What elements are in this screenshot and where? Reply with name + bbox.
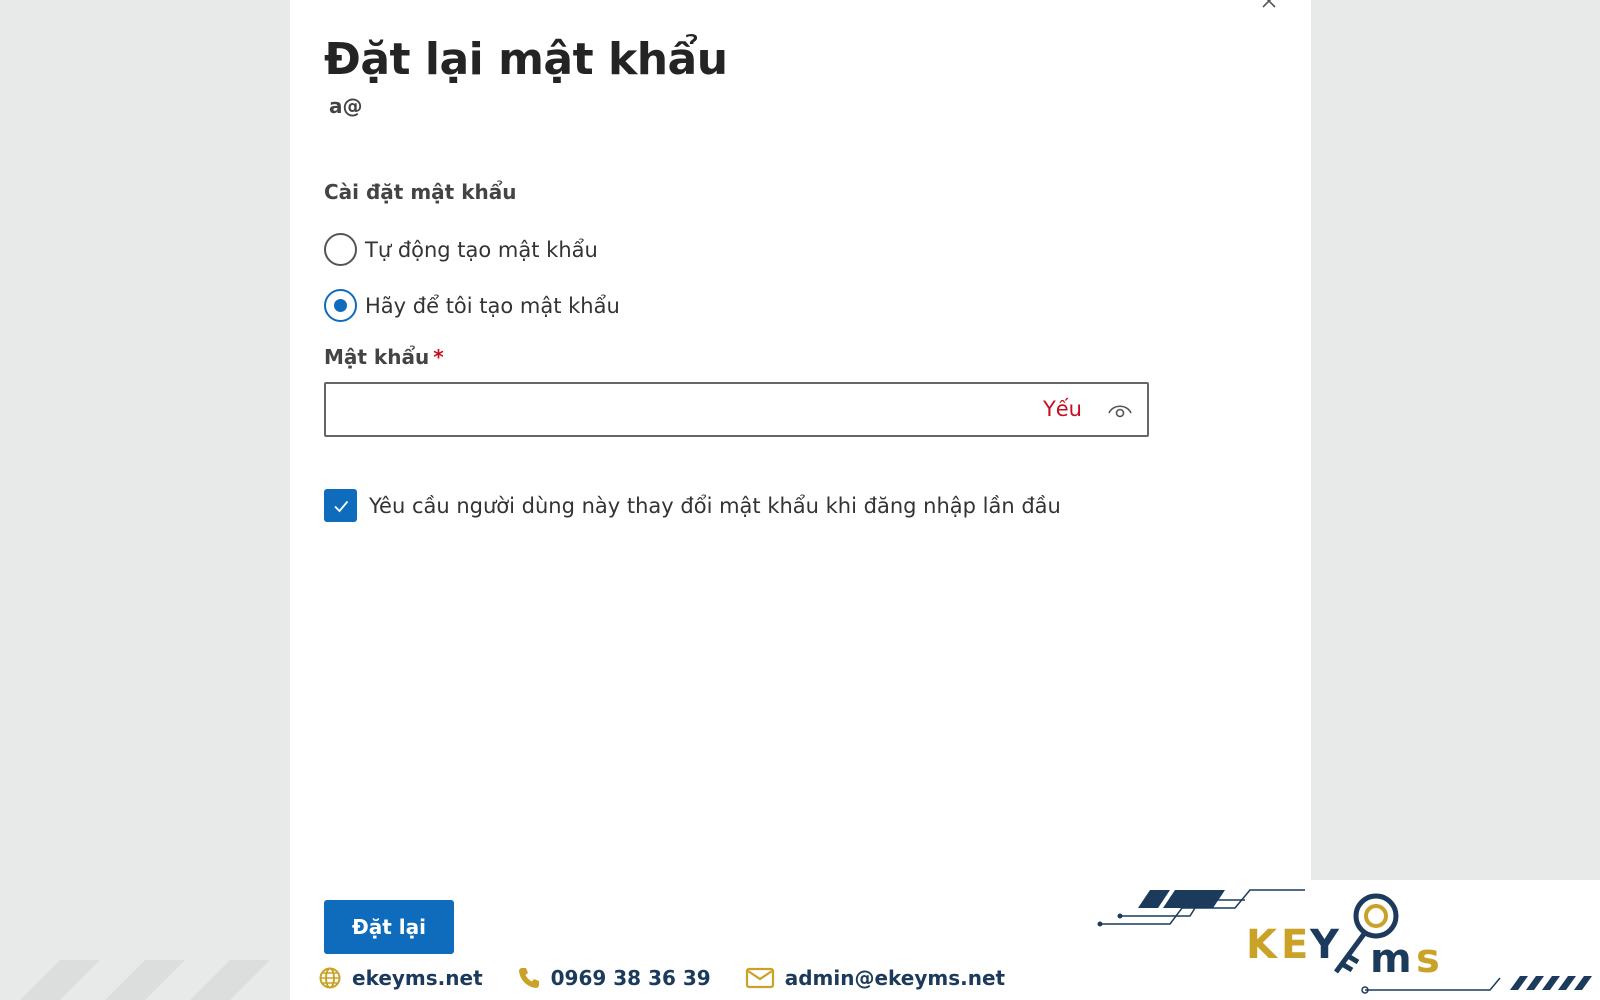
radio-label: Tự động tạo mật khẩu bbox=[365, 237, 598, 262]
password-strength-indicator: Yếu bbox=[1042, 397, 1082, 421]
password-field[interactable]: Yếu bbox=[324, 382, 1149, 437]
radio-let-me-create[interactable]: Hãy để tôi tạo mật khẩu bbox=[324, 289, 620, 322]
radio-button[interactable] bbox=[324, 233, 357, 266]
require-change-checkbox[interactable] bbox=[324, 489, 357, 522]
page-title: Đặt lại mật khẩu bbox=[324, 34, 728, 85]
password-input[interactable] bbox=[336, 392, 996, 428]
radio-auto-generate[interactable]: Tự động tạo mật khẩu bbox=[324, 233, 598, 266]
email-text: admin@ekeyms.net bbox=[784, 966, 1006, 990]
svg-text:s: s bbox=[1416, 936, 1440, 982]
close-icon[interactable] bbox=[1260, 0, 1278, 10]
contact-footer: ekeyms.net 0969 38 36 39 admin@ekeyms.ne… bbox=[318, 966, 1039, 990]
reset-button[interactable]: Đặt lại bbox=[324, 900, 454, 954]
brand-logo-area: KE Y m s bbox=[1070, 880, 1600, 1000]
require-change-option[interactable]: Yêu cầu người dùng này thay đổi mật khẩu… bbox=[324, 489, 1061, 522]
checkmark-icon bbox=[333, 500, 348, 512]
password-label-text: Mật khẩu bbox=[324, 345, 430, 369]
svg-text:KE: KE bbox=[1246, 922, 1312, 968]
phone-text: 0969 38 36 39 bbox=[550, 966, 711, 990]
radio-label: Hãy để tôi tạo mật khẩu bbox=[365, 293, 620, 318]
svg-text:Y: Y bbox=[1309, 922, 1340, 968]
mail-icon bbox=[745, 967, 774, 989]
user-email: a@ bbox=[329, 94, 363, 118]
footer-phone[interactable]: 0969 38 36 39 bbox=[517, 966, 711, 990]
eye-icon[interactable] bbox=[1107, 398, 1133, 424]
website-text: ekeyms.net bbox=[352, 966, 483, 990]
password-field-label: Mật khẩu * bbox=[324, 345, 444, 369]
required-marker: * bbox=[433, 345, 444, 369]
password-settings-label: Cài đặt mật khẩu bbox=[324, 180, 517, 204]
footer-website[interactable]: ekeyms.net bbox=[318, 966, 483, 990]
require-change-label: Yêu cầu người dùng này thay đổi mật khẩu… bbox=[369, 493, 1061, 518]
radio-button-selected[interactable] bbox=[324, 289, 357, 322]
svg-text:m: m bbox=[1370, 936, 1412, 982]
phone-icon bbox=[518, 968, 539, 988]
decorative-stripes bbox=[20, 960, 270, 1000]
footer-email[interactable]: admin@ekeyms.net bbox=[745, 966, 1005, 990]
globe-icon bbox=[319, 967, 341, 989]
